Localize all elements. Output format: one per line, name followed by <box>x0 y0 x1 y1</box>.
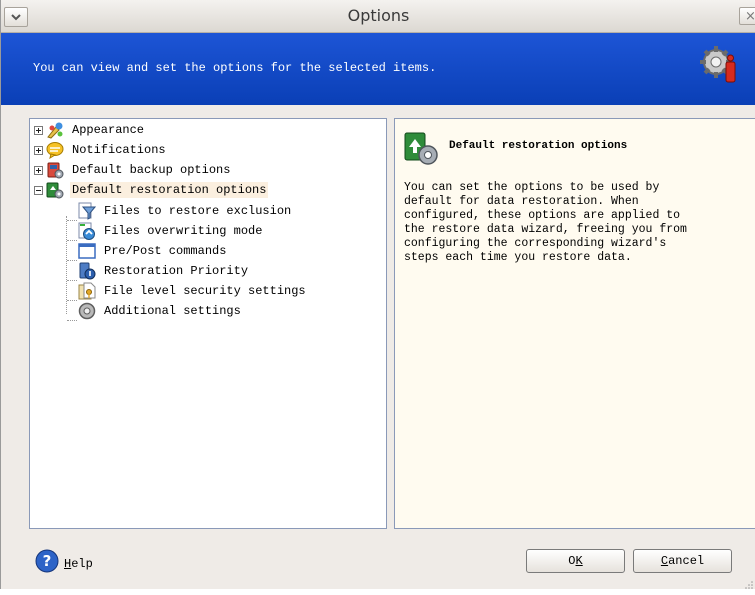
tree-guide-line <box>67 240 77 241</box>
collapse-icon[interactable] <box>34 185 43 195</box>
ok-button[interactable]: OK <box>526 549 625 573</box>
appearance-icon <box>46 121 64 139</box>
tree-item-files-overwriting-mode[interactable]: Files overwriting mode <box>78 221 264 241</box>
header-text: You can view and set the options for the… <box>33 61 437 75</box>
tree-item-label: Notifications <box>72 143 166 157</box>
description-text: You can set the options to be used by de… <box>404 181 687 264</box>
help-label: Help <box>64 556 93 571</box>
description-panel: Default restoration options You can set … <box>394 118 755 529</box>
security-icon <box>78 282 96 300</box>
options-tree[interactable]: Appearance Notifications Default backup … <box>29 118 387 529</box>
cancel-button[interactable]: Cancel <box>633 549 732 573</box>
tree-item-label: File level security settings <box>104 284 306 298</box>
gear-options-icon <box>699 44 739 89</box>
options-dialog: Options × You can view and set the optio… <box>0 0 755 589</box>
tree-item-default-backup-options[interactable]: Default backup options <box>34 160 232 180</box>
expand-icon[interactable] <box>34 165 43 175</box>
priority-icon <box>78 262 96 280</box>
additional-settings-icon <box>78 302 96 320</box>
expand-icon[interactable] <box>34 145 43 155</box>
tree-item-files-to-restore-exclusion[interactable]: Files to restore exclusion <box>78 201 293 221</box>
window-title: Options <box>347 6 410 25</box>
restoration-options-icon <box>46 181 64 199</box>
tree-item-default-restoration-options[interactable]: Default restoration options <box>34 180 269 200</box>
tree-item-label: Additional settings <box>104 304 241 318</box>
tree-item-label: Pre/Post commands <box>104 244 227 258</box>
tree-item-appearance[interactable]: Appearance <box>34 120 146 140</box>
overwrite-icon <box>78 222 96 240</box>
tree-item-label: Files overwriting mode <box>104 224 263 238</box>
tree-guide-line <box>67 260 77 261</box>
tree-guide-line <box>67 300 77 301</box>
close-button[interactable]: × <box>739 7 755 25</box>
description-title: Default restoration options <box>449 140 628 152</box>
restoration-options-icon <box>403 130 439 171</box>
help-button[interactable]: ? Help <box>35 549 93 578</box>
svg-text:?: ? <box>43 552 52 570</box>
tree-guide-line <box>67 280 77 281</box>
tree-item-label: Appearance <box>72 123 145 137</box>
tree-item-label: Default backup options <box>72 163 231 177</box>
tree-item-label: Restoration Priority <box>104 264 249 278</box>
tree-item-additional-settings[interactable]: Additional settings <box>78 301 243 321</box>
tree-item-label: Files to restore exclusion <box>104 204 292 218</box>
resize-grip-icon[interactable] <box>744 577 754 595</box>
tree-item-pre-post-commands[interactable]: Pre/Post commands <box>78 241 228 261</box>
expand-icon[interactable] <box>34 125 43 135</box>
title-bar[interactable]: Options × <box>1 0 755 33</box>
tree-guide-line <box>67 320 77 321</box>
tree-item-restoration-priority[interactable]: Restoration Priority <box>78 261 250 281</box>
tree-item-label: Default restoration options <box>70 182 269 198</box>
commands-icon <box>78 242 96 260</box>
tree-guide-line <box>67 220 77 221</box>
tree-item-notifications[interactable]: Notifications <box>34 140 168 160</box>
backup-options-icon <box>46 161 64 179</box>
help-icon: ? <box>35 549 59 578</box>
filter-icon <box>78 202 96 220</box>
header-banner: You can view and set the options for the… <box>1 33 755 105</box>
notifications-icon <box>46 141 64 159</box>
tree-item-file-level-security-settings[interactable]: File level security settings <box>78 281 308 301</box>
